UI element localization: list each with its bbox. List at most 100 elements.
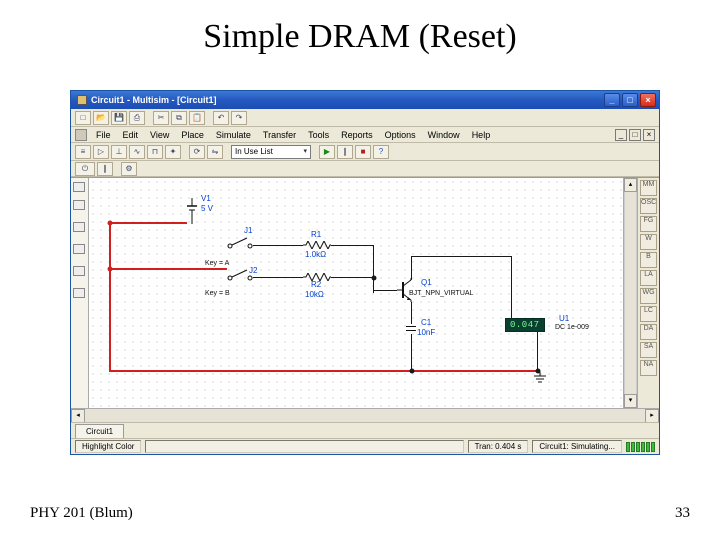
ruler-stub [73,244,85,254]
network-analyzer-icon[interactable]: NA [640,360,657,376]
component-battery-v1[interactable] [185,198,199,212]
ruler-stub [73,222,85,232]
logic-analyzer-icon[interactable]: LA [640,270,657,286]
wattmeter-icon[interactable]: W [640,234,657,250]
print-icon[interactable]: ⎙ [129,111,145,125]
component-analog-icon[interactable]: ∿ [129,145,145,159]
sim-tool-icon[interactable]: ⚙ [121,162,137,176]
menu-view[interactable]: View [145,129,174,141]
wire [411,256,511,257]
component-misc-icon[interactable]: ✦ [165,145,181,159]
scroll-left-icon[interactable]: ◂ [71,409,85,423]
component-diode-icon[interactable]: ▷ [93,145,109,159]
wire [109,268,227,270]
redo-icon[interactable]: ↷ [231,111,247,125]
in-use-list-label: In Use List [235,146,273,158]
distortion-analyzer-icon[interactable]: DA [640,324,657,340]
scroll-track[interactable] [624,192,637,394]
status-highlight-color[interactable]: Highlight Color [75,440,141,453]
sim-switch-icon[interactable]: ⏻ [75,162,95,176]
scroll-track[interactable] [85,409,645,422]
wire [411,334,412,370]
menu-window[interactable]: Window [423,129,465,141]
menu-help[interactable]: Help [467,129,496,141]
menu-simulate[interactable]: Simulate [211,129,256,141]
help-icon[interactable]: ? [373,145,389,159]
label-r1-name: R1 [311,230,321,239]
label-q1-value: BJT_NPN_VIRTUAL [409,290,473,297]
rotate-icon[interactable]: ⟳ [189,145,205,159]
led-icon [651,442,655,452]
spectrum-analyzer-icon[interactable]: SA [640,342,657,358]
undo-icon[interactable]: ↶ [213,111,229,125]
titlebar[interactable]: Circuit1 - Multisim - [Circuit1] _ □ × [71,91,659,109]
word-generator-icon[interactable]: WG [640,288,657,304]
menu-place[interactable]: Place [176,129,209,141]
component-switch-j1[interactable] [227,236,253,250]
menu-reports[interactable]: Reports [336,129,378,141]
run-button[interactable]: ▶ [319,145,335,159]
doc-icon [75,129,87,141]
open-file-icon[interactable]: 📂 [93,111,109,125]
multimeter-icon[interactable]: MM [640,180,657,196]
copy-icon[interactable]: ⧉ [171,111,187,125]
close-button[interactable]: × [640,93,656,107]
maximize-button[interactable]: □ [622,93,638,107]
pause-button[interactable]: ∥ [337,145,353,159]
tab-circuit1[interactable]: Circuit1 [75,424,124,438]
window-title: Circuit1 - Multisim - [Circuit1] [91,95,217,105]
vertical-scrollbar[interactable]: ▴ ▾ [623,178,637,408]
workspace: V1 5 V J1 Key = A J2 Key = B R1 1.0kΩ [71,177,659,408]
component-resistor-r1[interactable] [303,241,331,249]
sim-pause-icon[interactable]: ∥ [97,162,113,176]
scroll-down-icon[interactable]: ▾ [624,394,637,408]
in-use-list-dropdown[interactable]: In Use List [231,145,311,159]
label-v1-name: V1 [201,194,211,203]
paste-icon[interactable]: 📋 [189,111,205,125]
minimize-button[interactable]: _ [604,93,620,107]
menu-file[interactable]: File [91,129,116,141]
ruler-stub [73,182,85,192]
led-icon [626,442,630,452]
label-v1-value: 5 V [201,204,213,213]
mdi-minimize-button[interactable]: _ [615,129,627,141]
menu-tools[interactable]: Tools [303,129,334,141]
component-ground[interactable] [533,372,547,384]
component-basic-icon[interactable]: ≡ [75,145,91,159]
new-file-icon[interactable]: □ [75,111,91,125]
logic-converter-icon[interactable]: LC [640,306,657,322]
cut-icon[interactable]: ✂ [153,111,169,125]
bode-plotter-icon[interactable]: B [640,252,657,268]
ruler-stub [73,266,85,276]
multisim-window: Circuit1 - Multisim - [Circuit1] _ □ × □… [70,90,660,455]
instruments-panel: MM OSC FG W B LA WG LC DA SA NA [637,178,659,408]
label-j1-key: Key = A [205,260,229,267]
scroll-right-icon[interactable]: ▸ [645,409,659,423]
flip-icon[interactable]: ⇋ [207,145,223,159]
function-generator-icon[interactable]: FG [640,216,657,232]
mdi-close-button[interactable]: × [643,129,655,141]
app-icon [77,95,87,105]
label-u1-name: U1 [559,314,569,323]
voltmeter-readout[interactable]: 0.047 [505,318,545,332]
status-simulating: Circuit1: Simulating... [532,440,622,453]
label-r2-value: 10kΩ [305,290,324,299]
menu-options[interactable]: Options [380,129,421,141]
wire [373,245,374,293]
menu-edit[interactable]: Edit [118,129,144,141]
stop-button[interactable]: ■ [355,145,371,159]
label-c1-value: 10nF [417,328,435,337]
save-icon[interactable]: 💾 [111,111,127,125]
menu-transfer[interactable]: Transfer [258,129,301,141]
wire [331,277,373,278]
oscilloscope-icon[interactable]: OSC [640,198,657,214]
statusbar: Highlight Color Tran: 0.404 s Circuit1: … [71,438,659,454]
component-ttl-icon[interactable]: ⊓ [147,145,163,159]
scroll-up-icon[interactable]: ▴ [624,178,637,192]
wire [511,256,512,318]
component-transistor-icon[interactable]: ⊥ [111,145,127,159]
horizontal-scrollbar[interactable]: ◂ ▸ [71,408,659,422]
wire [331,245,373,246]
schematic-canvas[interactable]: V1 5 V J1 Key = A J2 Key = B R1 1.0kΩ [89,178,623,408]
mdi-maximize-button[interactable]: □ [629,129,641,141]
